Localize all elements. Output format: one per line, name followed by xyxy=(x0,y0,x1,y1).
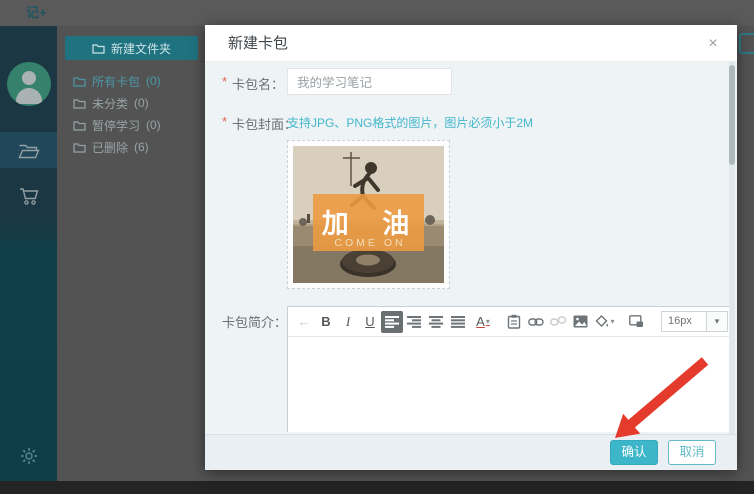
folder-label: 所有卡包 xyxy=(92,73,140,90)
folder-label: 已删除 xyxy=(92,139,128,156)
close-icon[interactable]: × xyxy=(703,34,723,54)
paste-button[interactable] xyxy=(503,311,525,333)
sidebar-item-settings[interactable] xyxy=(0,438,57,474)
new-folder-button[interactable]: 新建文件夹 xyxy=(65,36,198,60)
left-sidebar xyxy=(0,26,57,481)
font-size-input[interactable]: 16px xyxy=(661,311,707,332)
gear-icon xyxy=(19,446,39,466)
cover-hint: 支持JPG、PNG格式的图片，图片必须小于2M xyxy=(287,114,533,131)
dialog-scrollbar[interactable] xyxy=(729,62,735,434)
folder-item-paused[interactable]: 暂停学习 (0) xyxy=(73,115,161,135)
font-color-button[interactable]: A▾ xyxy=(469,311,497,333)
justify-button[interactable] xyxy=(447,311,469,333)
align-right-icon xyxy=(407,316,421,328)
dialog-title: 新建卡包 xyxy=(228,25,288,62)
cover-image: 加 油 COME ON xyxy=(293,146,444,283)
fill-color-button[interactable]: ▾ xyxy=(591,311,619,333)
italic-button[interactable]: I xyxy=(337,311,359,333)
app-logo[interactable]: 记+ xyxy=(26,0,47,26)
align-left-icon xyxy=(385,316,399,328)
italic-icon: I xyxy=(346,314,350,330)
underline-button[interactable]: U xyxy=(359,311,381,333)
bold-icon: B xyxy=(321,314,330,329)
folder-icon xyxy=(73,142,86,153)
bold-button[interactable]: B xyxy=(315,311,337,333)
folder-item-deleted[interactable]: 已删除 (6) xyxy=(73,137,149,157)
editor-toolbar: ← B I U xyxy=(288,307,730,337)
align-center-button[interactable] xyxy=(425,311,447,333)
avatar-head-icon xyxy=(22,71,36,85)
font-color-icon: A xyxy=(476,314,485,329)
link-icon xyxy=(528,317,544,327)
scrollbar-thumb[interactable] xyxy=(729,65,735,165)
align-right-button[interactable] xyxy=(403,311,425,333)
folder-item-all[interactable]: 所有卡包 (0) xyxy=(73,71,161,91)
open-folder-icon xyxy=(18,142,40,159)
cover-upload-box[interactable]: 加 油 COME ON xyxy=(287,140,450,289)
obscured-button-fragment xyxy=(739,33,754,54)
folder-icon xyxy=(92,43,105,54)
folder-count: (6) xyxy=(134,140,149,154)
cover-overlay-cn-text: 加 油 xyxy=(322,209,423,239)
folder-icon xyxy=(73,120,86,131)
justify-icon xyxy=(451,316,465,328)
required-mark: * xyxy=(222,114,230,129)
shopping-cart-icon xyxy=(19,187,39,206)
intro-label: 卡包简介： xyxy=(222,312,287,331)
underline-icon: U xyxy=(365,314,374,329)
folder-count: (0) xyxy=(134,96,149,110)
folder-panel: 新建文件夹 所有卡包 (0) 未分类 (0) 暂停学习 (0) 已删除 (6) xyxy=(57,26,217,481)
folder-count: (0) xyxy=(146,118,161,132)
folder-count: (0) xyxy=(146,74,161,88)
folder-icon xyxy=(73,76,86,87)
font-size-control: 16px ▾ xyxy=(661,311,728,332)
image-icon xyxy=(573,315,588,328)
sidebar-item-market[interactable] xyxy=(0,178,57,214)
folder-label: 未分类 xyxy=(92,95,128,112)
editor-content-area[interactable] xyxy=(288,337,730,432)
insert-image-button[interactable] xyxy=(569,311,591,333)
cover-overlay-en-text: COME ON xyxy=(334,237,405,249)
link-button[interactable] xyxy=(525,311,547,333)
avatar-torso-icon xyxy=(16,88,42,104)
dialog-header: 新建卡包 × xyxy=(205,25,737,62)
dialog-footer: 确认 取消 xyxy=(205,434,737,470)
required-mark: * xyxy=(222,74,230,89)
name-label: 卡包名： xyxy=(232,74,284,93)
chevron-down-icon: ▾ xyxy=(715,316,720,326)
folder-icon xyxy=(73,98,86,109)
undo-button[interactable]: ← xyxy=(293,311,315,333)
dropdown-caret-icon: ▾ xyxy=(486,317,490,326)
top-navbar: 记+ xyxy=(0,0,754,26)
dialog-body: * 卡包名： * 卡包封面： 支持JPG、PNG格式的图片，图片必须小于2M xyxy=(205,62,737,434)
bottom-edge xyxy=(0,481,754,494)
new-folder-label: 新建文件夹 xyxy=(111,40,171,57)
unlink-icon xyxy=(550,316,566,327)
paint-bucket-icon xyxy=(595,315,609,328)
cancel-button[interactable]: 取消 xyxy=(668,440,716,465)
font-size-dropdown[interactable]: ▾ xyxy=(707,311,728,332)
align-left-button[interactable] xyxy=(381,311,403,333)
sidebar-item-folders[interactable] xyxy=(0,132,57,168)
unlink-button[interactable] xyxy=(547,311,569,333)
rich-text-editor: ← B I U xyxy=(287,306,731,432)
clipboard-icon xyxy=(507,314,521,329)
dropdown-caret-icon: ▾ xyxy=(610,317,614,326)
app-screen: 记+ xyxy=(0,0,754,494)
new-cardpack-dialog: 新建卡包 × * 卡包名： * 卡包封面： 支持JPG、PNG格式的图片，图片必… xyxy=(205,25,737,470)
confirm-button[interactable]: 确认 xyxy=(610,440,658,465)
align-center-icon xyxy=(429,316,443,328)
preview-icon xyxy=(629,315,644,328)
undo-icon: ← xyxy=(298,314,311,329)
folder-item-uncategorized[interactable]: 未分类 (0) xyxy=(73,93,149,113)
cardpack-name-input[interactable] xyxy=(287,68,452,95)
folder-label: 暂停学习 xyxy=(92,117,140,134)
user-avatar[interactable] xyxy=(7,62,51,106)
preview-button[interactable] xyxy=(625,311,647,333)
